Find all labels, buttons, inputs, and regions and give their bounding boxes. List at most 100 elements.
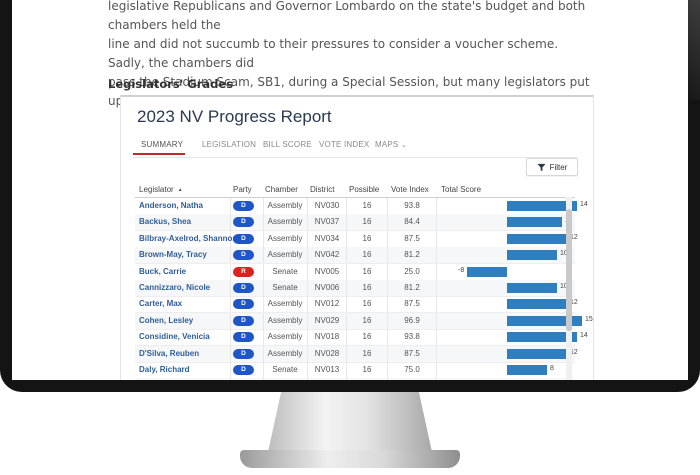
chamber-cell: Assembly [267,217,303,227]
column-divider [436,362,437,378]
column-divider [307,214,308,231]
total-score-label: -8 [458,266,465,274]
column-divider [436,312,437,329]
tab-bar: SUMMARY LEGISLATION BILL SCORE VOTE INDE… [133,135,577,158]
monitor-frame: legislative Republicans and Governor Lom… [0,0,700,392]
column-divider [307,329,308,346]
column-divider [307,230,308,247]
scrollbar-thumb[interactable] [566,209,572,331]
column-divider [307,312,308,329]
party-badge: D [233,365,254,375]
column-divider [307,247,308,264]
legislator-name-link[interactable]: Considine, Venicia [139,332,210,341]
vote-index-cell: 75.0 [404,365,420,374]
column-divider [436,378,437,380]
column-divider [230,329,231,346]
total-score-bar [507,365,547,375]
chamber-cell: Senate [272,283,298,292]
tab-maps[interactable]: MAPS ⌄ [375,140,407,149]
column-header-party[interactable]: Party [233,185,252,194]
chevron-down-icon: ⌄ [400,142,407,149]
possible-cell: 16 [362,201,372,210]
legislator-name-link[interactable]: Brown-May, Tracy [139,250,207,259]
district-cell: NV018 [314,332,340,342]
screen: legislative Republicans and Governor Lom… [12,0,688,380]
legislator-name-link[interactable]: Cohen, Lesley [139,316,193,325]
column-divider [346,214,347,231]
column-divider [436,247,437,264]
filter-button[interactable]: Filter [526,158,578,176]
possible-cell: 16 [362,250,372,260]
legislator-name-link[interactable]: Cannizzaro, Nicole [139,283,210,292]
chamber-cell: Assembly [267,332,303,342]
chamber-cell: Assembly [267,299,303,309]
column-divider [387,280,388,296]
column-divider [387,312,388,329]
possible-cell: 16 [362,365,372,374]
possible-cell: 16 [362,233,372,243]
district-cell: NV030 [314,201,340,210]
column-divider [346,247,347,264]
tab-bill-score[interactable]: BILL SCORE [263,140,312,149]
legislator-name-link[interactable]: Backus, Shea [139,217,191,226]
table-row: Anderson, Natha D Assembly NV030 16 93.8 14 [135,198,588,215]
column-divider [230,214,231,231]
legislator-name-link[interactable]: Anderson, Natha [139,201,203,210]
vote-index-cell: 25.0 [404,266,420,276]
table-row: Brown-May, Tracy D Assembly NV042 16 81.2 10 [135,247,575,265]
district-cell: NV006 [314,283,340,292]
vote-index-cell: 81.2 [404,250,420,260]
tab-legislation[interactable]: LEGISLATION [202,140,256,149]
district-cell: NV029 [314,315,340,325]
progress-report-card: 2023 NV Progress Report SUMMARY LEGISLAT… [120,95,594,380]
legislator-name-link[interactable]: D'Silva, Reuben [139,349,199,358]
tab-summary[interactable]: SUMMARY [141,140,183,149]
legislator-name-link[interactable]: Buck, Carrie [139,267,186,276]
column-divider [307,280,308,296]
total-score-bar [507,348,567,359]
district-cell: NV037 [314,217,340,227]
possible-cell: 16 [362,217,372,227]
possible-cell: 16 [362,266,372,276]
column-header-vote-index[interactable]: Vote Index [391,185,429,194]
article-line: line and did not succumb to their pressu… [108,37,559,70]
party-badge: D [233,299,254,310]
table-row: Cohen, Lesley D Assembly NV029 16 96.9 15 [135,312,593,330]
district-cell: NV012 [314,299,340,309]
column-header-chamber[interactable]: Chamber [265,185,298,194]
chamber-cell: Assembly [267,201,303,210]
legislator-name-link[interactable]: Carter, Max [139,299,182,308]
vote-index-cell: 87.5 [404,299,420,309]
monitor-stand-base [240,450,460,468]
column-divider [346,280,347,296]
possible-cell: 16 [362,332,372,342]
chamber-cell: Assembly [267,233,303,243]
column-header-legislator[interactable]: Legislator ▲ [139,185,183,194]
column-divider [230,378,231,380]
table-row: R-6 [135,378,575,380]
total-score-label: 14 [580,201,588,208]
column-divider [230,345,231,362]
possible-cell: 16 [362,283,372,292]
filter-icon [537,163,546,171]
tab-vote-index[interactable]: VOTE INDEX [319,140,369,149]
column-divider [230,296,231,313]
column-divider [436,296,437,313]
vote-index-cell: 96.9 [404,315,420,325]
chamber-cell: Assembly [267,348,303,358]
district-cell: NV042 [314,250,340,260]
vote-index-cell: 87.5 [404,233,420,243]
legislator-name-link[interactable]: Bilbray-Axelrod, Shannon [139,234,237,243]
column-divider [387,329,388,346]
column-divider [230,263,231,280]
legislator-name-link[interactable]: Daly, Richard [139,365,190,374]
table-row: Bilbray-Axelrod, Shannon D Assembly NV034 16… [135,230,578,248]
column-header-total-score[interactable]: Total Score [441,185,481,194]
column-divider [387,263,388,280]
column-header-district[interactable]: District [310,185,334,194]
vote-index-cell: 87.5 [404,348,420,358]
column-divider [346,263,347,280]
column-header-possible[interactable]: Possible [349,185,379,194]
column-divider [387,296,388,313]
active-tab-indicator [133,153,185,155]
